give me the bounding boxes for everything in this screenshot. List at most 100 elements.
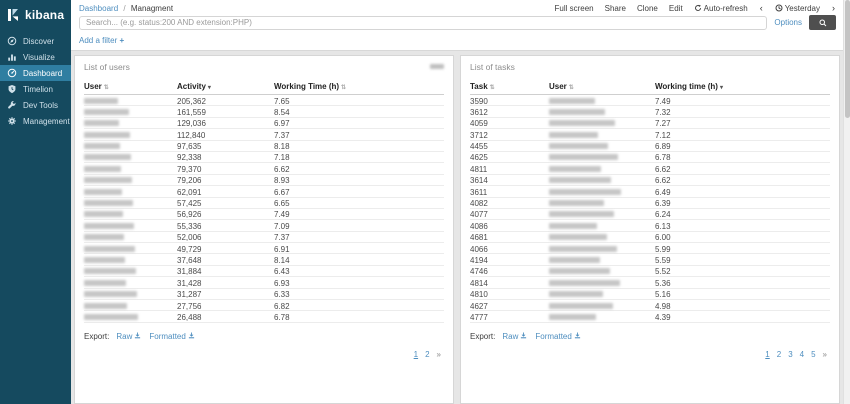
cell-working-time-h-: 6.91 [274,245,444,254]
cell-working-time-h-: 6.62 [655,165,830,174]
cell-activity: 129,036 [177,119,274,128]
sidebar: kibana DiscoverVisualizeDashboardTimelio… [0,0,71,404]
sidebar-item-visualize[interactable]: Visualize [0,49,71,65]
breadcrumb: Dashboard / Managment [79,4,173,13]
page-1-active[interactable]: 1 [765,350,769,359]
sidebar-item-dashboard[interactable]: Dashboard [0,65,71,81]
redacted-cell [549,199,655,208]
redacted-value [549,120,615,126]
column-header-working-time-h-[interactable]: Working Time (h)⇅ [274,82,444,91]
page-scrollbar-thumb[interactable] [845,0,850,118]
export-formatted-link[interactable]: Formatted [535,332,580,341]
redacted-cell [84,290,177,299]
cell-working-time-h-: 6.43 [274,267,444,276]
redacted-cell [84,188,177,197]
table-row: 40597.27 [470,118,830,129]
page-1-active[interactable]: 1 [414,350,418,359]
redacted-value [549,280,620,286]
table-row: 48116.62 [470,163,830,174]
breadcrumb-dashboard-link[interactable]: Dashboard [79,4,118,13]
redacted-value [84,200,133,206]
cell-working-time-h-: 6.78 [274,313,444,322]
column-header-working-time-h-[interactable]: Working time (h)▾ [655,82,830,91]
redacted-value [84,154,131,160]
cell-working-time-h-: 6.13 [655,222,830,231]
redacted-cell [84,199,177,208]
add-filter-label: Add a filter [79,36,117,45]
panel-menu-redacted[interactable] [430,64,444,69]
page-4[interactable]: 4 [800,350,804,359]
export-raw-link[interactable]: Raw [502,332,527,341]
column-label: Working Time (h) [274,82,339,91]
redacted-cell [84,176,177,185]
cell-activity: 57,425 [177,199,274,208]
cell-working-time-h-: 6.97 [274,119,444,128]
redacted-cell [84,210,177,219]
cell-working-time-h-: 6.65 [274,199,444,208]
cell-working-time-h-: 5.16 [655,290,830,299]
sidebar-item-management[interactable]: Management [0,113,71,129]
column-header-activity[interactable]: Activity▾ [177,82,274,91]
sort-icon: ⇅ [490,85,495,91]
redacted-cell [549,267,655,276]
menu-item-full-screen[interactable]: Full screen [554,4,593,13]
table-row: 46256.78 [470,152,830,163]
export-raw-link[interactable]: Raw [116,332,141,341]
cell-working-time-h-: 5.59 [655,256,830,265]
column-header-user[interactable]: User⇅ [549,82,655,91]
cell-working-time-h-: 6.33 [274,290,444,299]
menu-item-label: Clone [637,4,658,13]
time-picker[interactable]: Yesterday [775,4,820,13]
table-row: 31,2876.33 [84,289,444,300]
table-row: 40866.13 [470,220,830,231]
menu-item-edit[interactable]: Edit [669,4,683,13]
time-picker-label: Yesterday [785,4,820,13]
download-icon [574,332,581,341]
redacted-cell [84,119,177,128]
table-row: 44556.89 [470,141,830,152]
cell-task: 4814 [470,279,549,288]
time-next-chevron-icon[interactable]: › [831,3,836,13]
export-formatted-link[interactable]: Formatted [149,332,194,341]
cell-activity: 49,729 [177,245,274,254]
top-menu-items: Full screen Share Clone Edit Auto-refresh [554,4,747,13]
kibana-logo[interactable]: kibana [0,0,71,29]
cell-activity: 62,091 [177,188,274,197]
redacted-cell [549,210,655,219]
table-row: 37,6488.14 [84,254,444,265]
menu-item-auto-refresh[interactable]: Auto-refresh [694,4,748,13]
sidebar-item-timelion[interactable]: Timelion [0,81,71,97]
sidebar-item-dev-tools[interactable]: Dev Tools [0,97,71,113]
page-5[interactable]: 5 [811,350,815,359]
menu-item-share[interactable]: Share [605,4,626,13]
menu-item-clone[interactable]: Clone [637,4,658,13]
column-label: Working time (h) [655,82,718,91]
options-link[interactable]: Options [774,18,802,27]
cell-working-time-h-: 6.93 [274,279,444,288]
redacted-cell [549,233,655,242]
redacted-value [549,291,603,297]
cell-activity: 52,006 [177,233,274,242]
redacted-value [84,303,127,309]
add-filter-button[interactable]: Add a filter + [79,36,124,45]
page-next-button[interactable]: » [437,350,441,359]
column-header-task[interactable]: Task⇅ [470,82,549,91]
search-input[interactable] [79,16,767,30]
cell-task: 4082 [470,199,549,208]
redacted-value [84,166,121,172]
page-next-button[interactable]: » [823,350,827,359]
menu-item-label: Share [605,4,626,13]
breadcrumb-separator: / [123,4,125,13]
cell-task: 3614 [470,176,549,185]
column-header-user[interactable]: User⇅ [84,82,177,91]
table-row: 79,3706.62 [84,163,444,174]
search-button[interactable] [809,15,836,30]
page-2[interactable]: 2 [425,350,429,359]
sidebar-item-discover[interactable]: Discover [0,33,71,49]
page-3[interactable]: 3 [788,350,792,359]
time-prev-chevron-icon[interactable]: ‹ [759,3,764,13]
redacted-value [549,223,597,229]
redacted-value [549,189,621,195]
page-2[interactable]: 2 [777,350,781,359]
redacted-value [84,98,118,104]
